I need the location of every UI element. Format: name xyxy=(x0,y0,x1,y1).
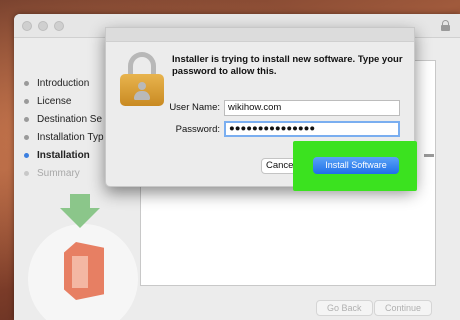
step-label: Installation Typ xyxy=(37,131,104,143)
step-label: Installation xyxy=(37,149,90,161)
zoom-window-button[interactable] xyxy=(54,21,64,31)
step-introduction: Introduction xyxy=(24,74,104,92)
installer-steps: Introduction License Destination Se Inst… xyxy=(24,74,104,182)
office-logo-icon xyxy=(58,242,104,300)
step-dot xyxy=(24,152,29,158)
step-label: License xyxy=(37,95,72,107)
step-dot xyxy=(24,134,29,140)
password-label: Password: xyxy=(175,124,220,135)
dialog-message: Installer is trying to install new softw… xyxy=(172,54,403,77)
step-installation-type: Installation Typ xyxy=(24,128,104,146)
window-lock-icon xyxy=(441,20,450,31)
username-field[interactable]: wikihow.com xyxy=(224,100,400,116)
step-dot xyxy=(24,116,29,122)
dialog-titlebar xyxy=(106,28,414,42)
close-window-button[interactable] xyxy=(22,21,32,31)
step-dot xyxy=(24,98,29,104)
step-summary: Summary xyxy=(24,164,104,182)
download-arrow-head xyxy=(60,208,100,228)
go-back-button[interactable]: Go Back xyxy=(316,300,373,316)
step-label: Introduction xyxy=(37,77,90,89)
step-license: License xyxy=(24,92,104,110)
padlock-icon xyxy=(120,52,166,106)
password-field[interactable]: ●●●●●●●●●●●●●●● xyxy=(224,121,400,137)
step-dot xyxy=(24,80,29,86)
step-installation: Installation xyxy=(24,146,104,164)
install-software-button[interactable]: Install Software xyxy=(313,157,399,174)
step-destination: Destination Se xyxy=(24,110,104,128)
progress-indicator xyxy=(424,154,434,157)
username-label: User Name: xyxy=(169,102,220,113)
continue-button[interactable]: Continue xyxy=(374,300,433,316)
minimize-window-button[interactable] xyxy=(38,21,48,31)
step-label: Summary xyxy=(37,167,80,179)
download-arrow-icon xyxy=(70,194,90,208)
step-dot xyxy=(24,170,29,176)
step-label: Destination Se xyxy=(37,113,103,125)
